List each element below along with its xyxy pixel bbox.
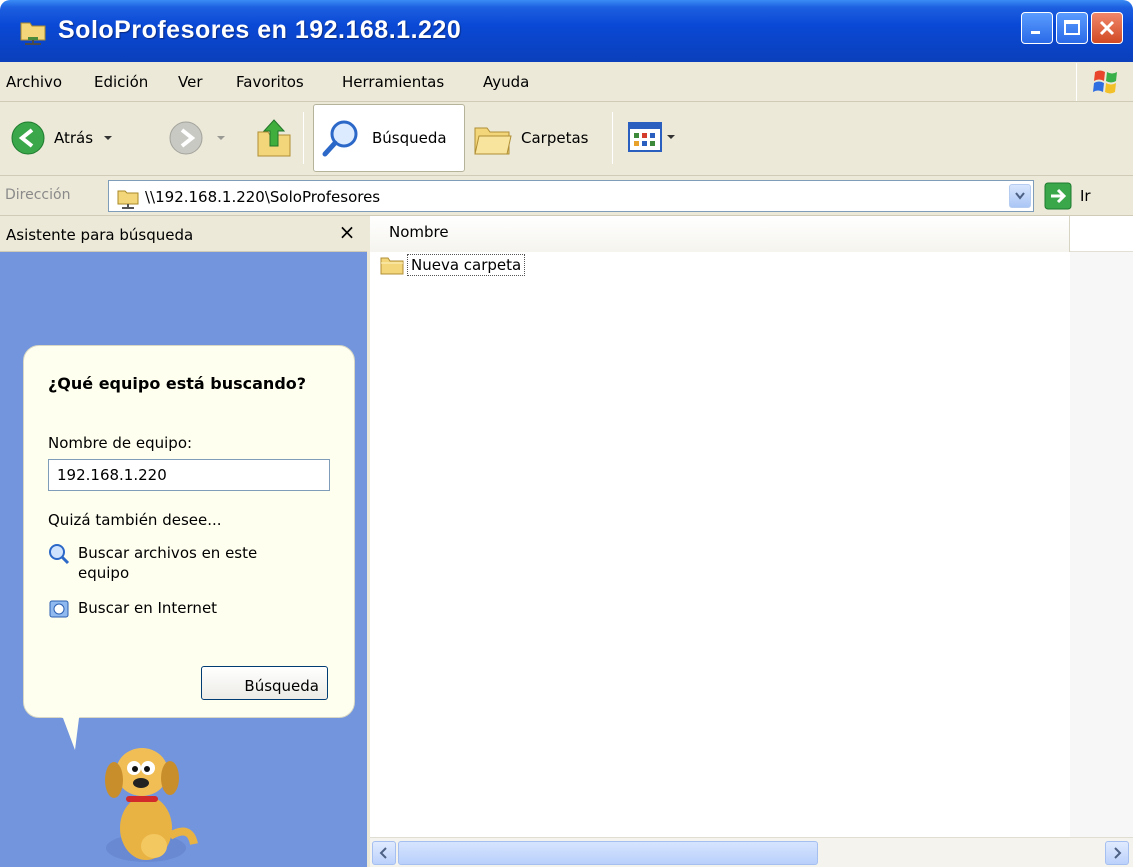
back-button[interactable]: Atrás bbox=[10, 120, 117, 156]
close-pane-icon[interactable]: × bbox=[334, 220, 360, 244]
menu-herramientas[interactable]: Herramientas bbox=[342, 73, 444, 91]
internet-search-link[interactable]: Buscar en Internet bbox=[48, 598, 298, 620]
address-dropdown-button[interactable] bbox=[1009, 184, 1031, 208]
close-button[interactable] bbox=[1091, 12, 1123, 44]
menu-archivo[interactable]: Archivo bbox=[6, 73, 62, 91]
views-grid-icon bbox=[628, 122, 662, 152]
search-pane: ¿Qué equipo está buscando? Nombre de equ… bbox=[0, 252, 367, 867]
file-list-header: Nombre bbox=[370, 216, 1133, 252]
search-files-icon bbox=[49, 544, 70, 565]
up-folder-button[interactable] bbox=[256, 116, 292, 158]
back-label: Atrás bbox=[54, 129, 94, 147]
maximize-button[interactable] bbox=[1056, 12, 1088, 44]
address-input[interactable]: \\192.168.1.220\SoloProfesores bbox=[108, 180, 1034, 212]
standard-toolbar: Atrás Búsqueda Carpetas bbox=[0, 102, 1133, 176]
maximize-icon bbox=[1064, 20, 1080, 35]
internet-search-label: Buscar en Internet bbox=[78, 599, 218, 617]
computer-name-label: Nombre de equipo: bbox=[48, 434, 193, 452]
minimize-icon bbox=[1031, 31, 1040, 34]
internet-search-icon bbox=[49, 600, 69, 618]
search-heading: ¿Qué equipo está buscando? bbox=[48, 374, 307, 393]
scroll-left-button[interactable] bbox=[372, 841, 396, 865]
address-value: \\192.168.1.220\SoloProfesores bbox=[145, 188, 381, 206]
chevron-down-icon bbox=[1015, 192, 1025, 200]
go-button[interactable]: Ir bbox=[1044, 182, 1091, 210]
windows-flag-icon bbox=[1093, 70, 1117, 94]
menu-ver[interactable]: Ver bbox=[178, 73, 203, 91]
chevron-right-icon bbox=[1114, 847, 1122, 859]
folder-icon bbox=[380, 257, 404, 275]
balloon-tail bbox=[47, 710, 83, 750]
search-files-link[interactable]: Buscar archivos en este equipo bbox=[48, 543, 298, 583]
network-folder-icon bbox=[117, 190, 139, 209]
folders-button[interactable]: Carpetas bbox=[473, 118, 588, 158]
search-label: Búsqueda bbox=[372, 129, 447, 147]
chevron-left-icon bbox=[379, 847, 387, 859]
forward-dropdown-icon[interactable] bbox=[212, 132, 230, 144]
file-list: Nueva carpeta bbox=[370, 252, 1133, 837]
window-title: SoloProfesores en 192.168.1.220 bbox=[58, 16, 462, 44]
list-empty-column bbox=[1070, 252, 1133, 837]
search-toolbar-button[interactable]: Búsqueda bbox=[313, 104, 465, 172]
network-folder-icon bbox=[20, 22, 46, 45]
search-pane-title: Asistente para búsqueda bbox=[6, 226, 194, 244]
column-name-label: Nombre bbox=[389, 223, 449, 241]
menu-bar: Archivo Edición Ver Favoritos Herramient… bbox=[0, 62, 1133, 102]
horizontal-scrollbar[interactable] bbox=[370, 837, 1133, 867]
search-magnifier-icon bbox=[322, 120, 358, 157]
back-arrow-icon bbox=[11, 121, 45, 155]
forward-button[interactable] bbox=[168, 120, 230, 156]
title-bar[interactable]: SoloProfesores en 192.168.1.220 bbox=[0, 0, 1133, 62]
views-dropdown-icon[interactable] bbox=[664, 131, 678, 143]
minimize-button[interactable] bbox=[1021, 12, 1053, 44]
menu-ayuda[interactable]: Ayuda bbox=[483, 73, 529, 91]
windows-logo bbox=[1076, 63, 1133, 101]
search-balloon: ¿Qué equipo está buscando? Nombre de equ… bbox=[23, 345, 355, 718]
views-button[interactable] bbox=[628, 122, 678, 152]
search-dog-icon bbox=[105, 748, 198, 862]
folder-name: Nueva carpeta bbox=[407, 254, 526, 276]
search-pane-header: Asistente para búsqueda × bbox=[0, 216, 367, 252]
search-files-label: Buscar archivos en este equipo bbox=[78, 544, 258, 582]
go-label: Ir bbox=[1080, 187, 1091, 205]
list-item[interactable]: Nueva carpeta bbox=[380, 254, 526, 276]
folders-label: Carpetas bbox=[521, 129, 589, 147]
scroll-right-button[interactable] bbox=[1105, 841, 1129, 865]
also-label: Quizá también desee... bbox=[48, 511, 222, 529]
folders-icon bbox=[474, 127, 512, 155]
menu-favoritos[interactable]: Favoritos bbox=[236, 73, 304, 91]
computer-name-input[interactable] bbox=[48, 459, 330, 491]
address-label: Dirección bbox=[5, 187, 71, 203]
close-icon bbox=[1099, 20, 1115, 36]
forward-arrow-icon bbox=[169, 121, 203, 155]
back-dropdown-icon[interactable] bbox=[99, 132, 117, 144]
search-submit-button[interactable]: Búsqueda bbox=[201, 666, 328, 700]
scroll-thumb[interactable] bbox=[398, 841, 818, 865]
up-folder-icon bbox=[257, 119, 291, 157]
column-header-name[interactable]: Nombre bbox=[370, 216, 1070, 252]
address-bar: Dirección \\192.168.1.220\SoloProfesores… bbox=[0, 176, 1133, 216]
menu-edicion[interactable]: Edición bbox=[94, 73, 148, 91]
go-arrow-icon bbox=[1044, 182, 1072, 210]
